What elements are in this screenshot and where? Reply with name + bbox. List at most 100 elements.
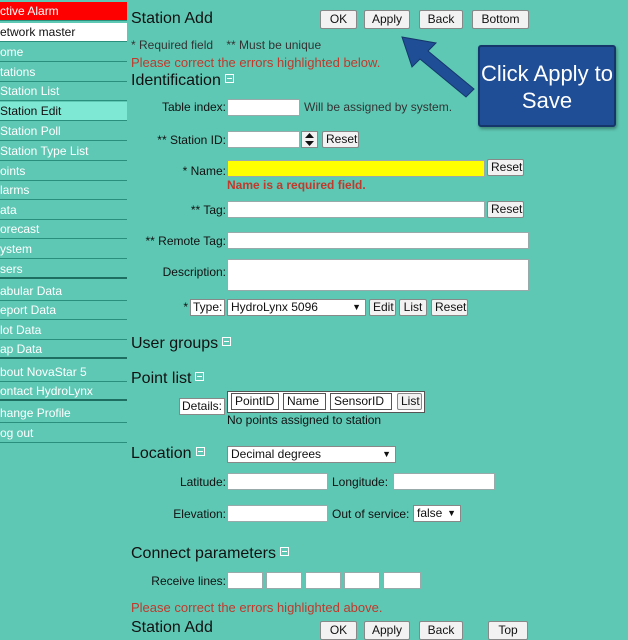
elevation-label: Elevation:	[173, 507, 226, 521]
station-id-field[interactable]	[227, 131, 300, 148]
no-points-message: No points assigned to station	[227, 413, 382, 427]
details-label: Details:	[179, 398, 226, 415]
type-select[interactable]: HydroLynx 5096 ▼	[227, 299, 366, 316]
identification-heading: Identification	[131, 72, 234, 90]
sidebar-item-change-profile[interactable]: hange Profile	[0, 404, 127, 423]
point-list-heading: Point list	[131, 370, 205, 388]
sidebar-item-tabular-data[interactable]: abular Data	[0, 282, 127, 301]
name-label: * Name:	[182, 164, 226, 178]
error-message-bottom: Please correct the errors highlighted ab…	[131, 600, 383, 615]
out-of-service-label: Out of service:	[332, 507, 410, 521]
longitude-field[interactable]	[393, 473, 495, 490]
tag-label: ** Tag:	[190, 203, 226, 217]
dropdown-icon: ▼	[352, 302, 361, 312]
collapse-icon[interactable]	[224, 74, 234, 83]
name-reset-button[interactable]: Reset	[487, 159, 524, 176]
coordinate-format-value: Decimal degrees	[231, 447, 322, 461]
sidebar-item-data[interactable]: ata	[0, 201, 127, 220]
dropdown-icon: ▼	[382, 449, 391, 459]
dropdown-icon: ▼	[447, 508, 456, 518]
elevation-field[interactable]	[227, 505, 328, 522]
collapse-icon[interactable]	[195, 372, 205, 381]
sidebar-item-station-poll[interactable]: Station Poll	[0, 122, 127, 141]
type-list-button[interactable]: List	[399, 299, 427, 316]
sidebar-item-alarms[interactable]: larms	[0, 181, 127, 200]
ok-button[interactable]: OK	[320, 10, 357, 29]
footer-apply-button[interactable]: Apply	[364, 621, 410, 640]
location-heading: Location	[131, 445, 205, 463]
user-groups-heading: User groups	[131, 335, 232, 353]
type-reset-button[interactable]: Reset	[431, 299, 468, 316]
receive-line-field-3[interactable]	[305, 572, 341, 589]
name-field[interactable]	[227, 160, 485, 177]
receive-line-field-2[interactable]	[266, 572, 302, 589]
footer-ok-button[interactable]: OK	[320, 621, 357, 640]
connect-parameters-heading: Connect parameters	[131, 545, 289, 563]
receive-line-field-5[interactable]	[383, 572, 421, 589]
sidebar-item-stations[interactable]: tations	[0, 63, 127, 82]
type-label: Type:	[190, 299, 226, 316]
sidebar-item-forecast[interactable]: orecast	[0, 220, 127, 239]
receive-line-field-1[interactable]	[227, 572, 263, 589]
out-of-service-select[interactable]: false ▼	[413, 505, 461, 522]
sidebar-item-users[interactable]: sers	[0, 260, 127, 279]
tag-field[interactable]	[227, 201, 485, 218]
page-title: Station Add	[131, 10, 213, 27]
sidebar-item-active-alarm[interactable]: ctive Alarm	[0, 2, 127, 21]
user-groups-heading-label: User groups	[131, 335, 219, 352]
apply-button[interactable]: Apply	[364, 10, 410, 29]
latitude-field[interactable]	[227, 473, 328, 490]
tag-reset-button[interactable]: Reset	[487, 201, 524, 218]
collapse-icon[interactable]	[279, 547, 289, 556]
coordinate-format-select[interactable]: Decimal degrees ▼	[227, 446, 396, 463]
longitude-label: Longitude:	[332, 475, 389, 489]
latitude-label: Latitude:	[179, 475, 226, 489]
error-message-top: Please correct the errors highlighted be…	[131, 55, 381, 70]
point-table-header: PointID Name SensorID List	[227, 391, 425, 413]
type-edit-button[interactable]: Edit	[369, 299, 396, 316]
expand-icon[interactable]	[222, 337, 232, 346]
sidebar-item-station-list[interactable]: Station List	[0, 82, 127, 101]
sidebar-item-system[interactable]: ystem	[0, 240, 127, 259]
bottom-button[interactable]: Bottom	[472, 10, 529, 29]
sidebar-item-station-edit[interactable]: Station Edit	[0, 102, 127, 121]
identification-heading-label: Identification	[131, 72, 221, 89]
footer-top-button[interactable]: Top	[488, 621, 528, 640]
required-note: * Required field ** Must be unique	[131, 38, 322, 52]
remote-tag-label: ** Remote Tag:	[145, 234, 227, 248]
name-error: Name is a required field.	[227, 178, 366, 192]
station-id-reset-button[interactable]: Reset	[322, 131, 359, 148]
point-list-button[interactable]: List	[397, 393, 422, 410]
collapse-icon[interactable]	[195, 447, 205, 456]
description-field[interactable]	[227, 259, 529, 291]
column-sensorid[interactable]: SensorID	[330, 393, 392, 410]
type-select-value: HydroLynx 5096	[231, 300, 318, 314]
sidebar-item-plot-data[interactable]: lot Data	[0, 321, 127, 340]
arrow-icon	[401, 36, 475, 98]
sidebar-item-network-master[interactable]: etwork master	[0, 23, 127, 42]
column-pointid[interactable]: PointID	[231, 393, 279, 410]
sidebar-item-points[interactable]: oints	[0, 162, 127, 181]
sidebar-item-about[interactable]: bout NovaStar 5	[0, 363, 127, 382]
table-index-label: Table index:	[161, 100, 226, 114]
description-label: Description:	[162, 265, 226, 279]
sidebar-item-logout[interactable]: og out	[0, 424, 127, 443]
footer-back-button[interactable]: Back	[419, 621, 463, 640]
column-name[interactable]: Name	[283, 393, 326, 410]
receive-lines-label: Receive lines:	[151, 574, 226, 588]
spinner-icon[interactable]	[301, 131, 318, 148]
sidebar-item-contact[interactable]: ontact HydroLynx	[0, 382, 127, 401]
out-of-service-value: false	[417, 506, 443, 520]
back-button[interactable]: Back	[419, 10, 463, 29]
footer-title: Station Add	[131, 619, 213, 636]
station-id-label: ** Station ID:	[157, 133, 226, 147]
table-index-field	[227, 99, 300, 116]
location-heading-label: Location	[131, 445, 192, 462]
sidebar-item-station-type-list[interactable]: Station Type List	[0, 142, 127, 161]
remote-tag-field[interactable]	[227, 232, 529, 249]
sidebar-item-report-data[interactable]: eport Data	[0, 301, 127, 320]
apply-callout: Click Apply to Save	[478, 45, 616, 127]
sidebar-item-home[interactable]: ome	[0, 43, 127, 62]
receive-line-field-4[interactable]	[344, 572, 380, 589]
sidebar-item-map-data[interactable]: ap Data	[0, 340, 127, 359]
